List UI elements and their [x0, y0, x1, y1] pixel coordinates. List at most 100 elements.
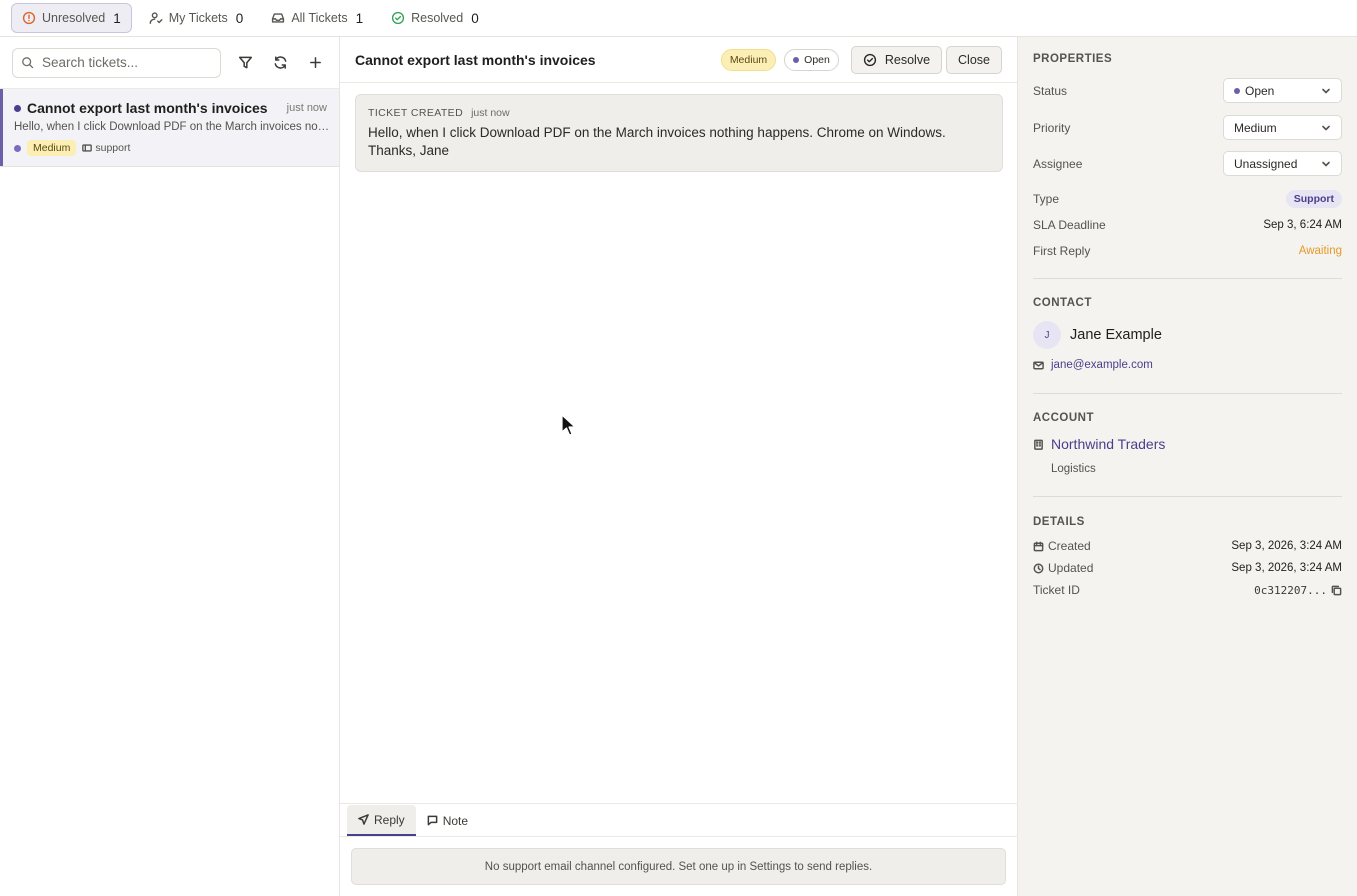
chevron-down-icon — [1322, 161, 1330, 166]
tab-label: Note — [442, 813, 469, 828]
resolve-button[interactable]: Resolve — [850, 45, 943, 74]
refresh-button[interactable] — [264, 48, 296, 78]
clock-icon — [1033, 563, 1044, 573]
type-badge: Support — [1285, 190, 1342, 208]
close-label: Close — [958, 52, 990, 67]
account-industry-row: Logistics — [1033, 463, 1342, 475]
user-check-icon — [149, 12, 163, 24]
ticket-id-value: 0c312207... — [1254, 583, 1327, 597]
contact-name: Jane Example — [1070, 327, 1162, 343]
avatar: J — [1033, 321, 1061, 349]
ticket-id-row: Ticket ID 0c312207... — [1033, 583, 1342, 597]
properties-heading: PROPERTIES — [1033, 53, 1113, 65]
type-row: Type Support — [1033, 190, 1342, 208]
details-heading: DETAILS — [1033, 516, 1085, 528]
chevron-down-icon — [1322, 88, 1330, 93]
tab-unresolved[interactable]: Unresolved 1 — [11, 3, 132, 33]
tab-label: All Tickets — [291, 11, 348, 25]
building-icon — [1034, 439, 1043, 450]
sla-label: SLA Deadline — [1033, 218, 1106, 232]
close-button[interactable]: Close — [946, 45, 1002, 74]
status-value: Open — [1245, 83, 1275, 98]
mouse-cursor-icon — [561, 414, 576, 436]
assignee-row: Assignee Unassigned — [1033, 151, 1342, 176]
ticket-list-item[interactable]: Cannot export last month's invoices just… — [0, 89, 339, 167]
updated-label-group: Updated — [1033, 561, 1093, 575]
first-reply-label: First Reply — [1033, 244, 1091, 258]
tab-label: Resolved — [411, 11, 464, 25]
no-channel-notice: No support email channel configured. Set… — [351, 848, 1006, 885]
mail-icon — [1033, 361, 1044, 369]
account-row: Northwind Traders — [1033, 436, 1342, 452]
tab-my-tickets[interactable]: My Tickets 0 — [138, 3, 255, 33]
priority-row: Priority Medium — [1033, 115, 1342, 140]
created-row: Created Sep 3, 2026, 3:24 AM — [1033, 539, 1342, 553]
first-reply-value: Awaiting — [1298, 245, 1342, 257]
updated-label: Updated — [1048, 561, 1094, 575]
status-dot — [1234, 87, 1240, 94]
status-badge-label: Open — [804, 53, 830, 66]
account-name-link[interactable]: Northwind Traders — [1051, 436, 1165, 452]
tab-count: 1 — [355, 10, 364, 26]
resolve-label: Resolve — [884, 52, 931, 67]
status-select[interactable]: Open — [1223, 78, 1342, 103]
ticket-icon — [82, 144, 93, 152]
tab-count: 0 — [471, 10, 479, 26]
comment-icon — [427, 815, 438, 826]
ticket-header: Cannot export last month's invoices Medi… — [340, 37, 1017, 83]
created-label: Created — [1048, 539, 1091, 553]
refresh-icon — [274, 56, 286, 69]
search-input[interactable] — [42, 55, 212, 70]
account-heading: ACCOUNT — [1033, 412, 1094, 424]
check-circle-icon — [391, 11, 405, 25]
inbox-icon — [272, 13, 285, 23]
search-box[interactable] — [12, 47, 221, 78]
send-icon — [358, 814, 369, 825]
event-time: just now — [471, 107, 510, 119]
contact-email-link[interactable]: jane@example.com — [1051, 359, 1153, 371]
filter-button[interactable] — [229, 48, 261, 78]
status-dot — [793, 56, 800, 63]
tab-resolved[interactable]: Resolved 0 — [380, 3, 490, 33]
tab-label: Reply — [374, 812, 405, 827]
list-toolbar — [0, 37, 339, 89]
alert-circle-icon — [22, 11, 36, 25]
tab-all-tickets[interactable]: All Tickets 1 — [260, 3, 374, 33]
status-label: Status — [1033, 83, 1068, 98]
status-row: Status Open — [1033, 78, 1342, 103]
contact-heading: CONTACT — [1033, 297, 1092, 309]
event-body: Hello, when I click Download PDF on the … — [368, 125, 946, 158]
ticket-id-group: 0c312207... — [1254, 584, 1342, 597]
ticket-detail-pane: Cannot export last month's invoices Medi… — [340, 37, 1018, 896]
properties-pane: PROPERTIES Status Open Priority Medium A… — [1018, 37, 1357, 896]
plus-icon — [309, 57, 321, 68]
divider — [1033, 496, 1342, 497]
tab-label: My Tickets — [168, 11, 228, 25]
contact-row: J Jane Example — [1033, 321, 1342, 349]
assignee-value: Unassigned — [1234, 156, 1298, 171]
sla-row: SLA Deadline Sep 3, 6:24 AM — [1033, 218, 1342, 232]
chevron-down-icon — [1322, 125, 1330, 130]
filter-icon — [238, 56, 252, 69]
priority-label: Priority — [1033, 120, 1071, 135]
created-label-group: Created — [1033, 539, 1091, 553]
ticket-tag: support — [82, 142, 130, 154]
ticket-title: Cannot export last month's invoices — [355, 51, 596, 68]
new-ticket-button[interactable] — [299, 48, 331, 78]
tag-label: support — [95, 142, 131, 154]
tab-note[interactable]: Note — [416, 805, 479, 836]
status-dot — [14, 144, 21, 152]
priority-select[interactable]: Medium — [1223, 115, 1342, 140]
account-industry: Logistics — [1051, 463, 1096, 475]
ticket-created-event: TICKET CREATED just now Hello, when I cl… — [355, 94, 1003, 172]
contact-email-row: jane@example.com — [1033, 359, 1342, 371]
ticket-list-pane: Cannot export last month's invoices just… — [0, 37, 340, 896]
composer-tabs: Reply Note — [340, 803, 1018, 837]
copy-icon[interactable] — [1331, 585, 1342, 596]
tab-reply[interactable]: Reply — [347, 805, 416, 836]
assignee-select[interactable]: Unassigned — [1223, 151, 1342, 176]
ticket-id-label: Ticket ID — [1033, 583, 1080, 597]
first-reply-row: First Reply Awaiting — [1033, 244, 1342, 258]
check-circle-icon — [863, 53, 876, 66]
ticket-item-preview: Hello, when I click Download PDF on the … — [14, 121, 330, 133]
